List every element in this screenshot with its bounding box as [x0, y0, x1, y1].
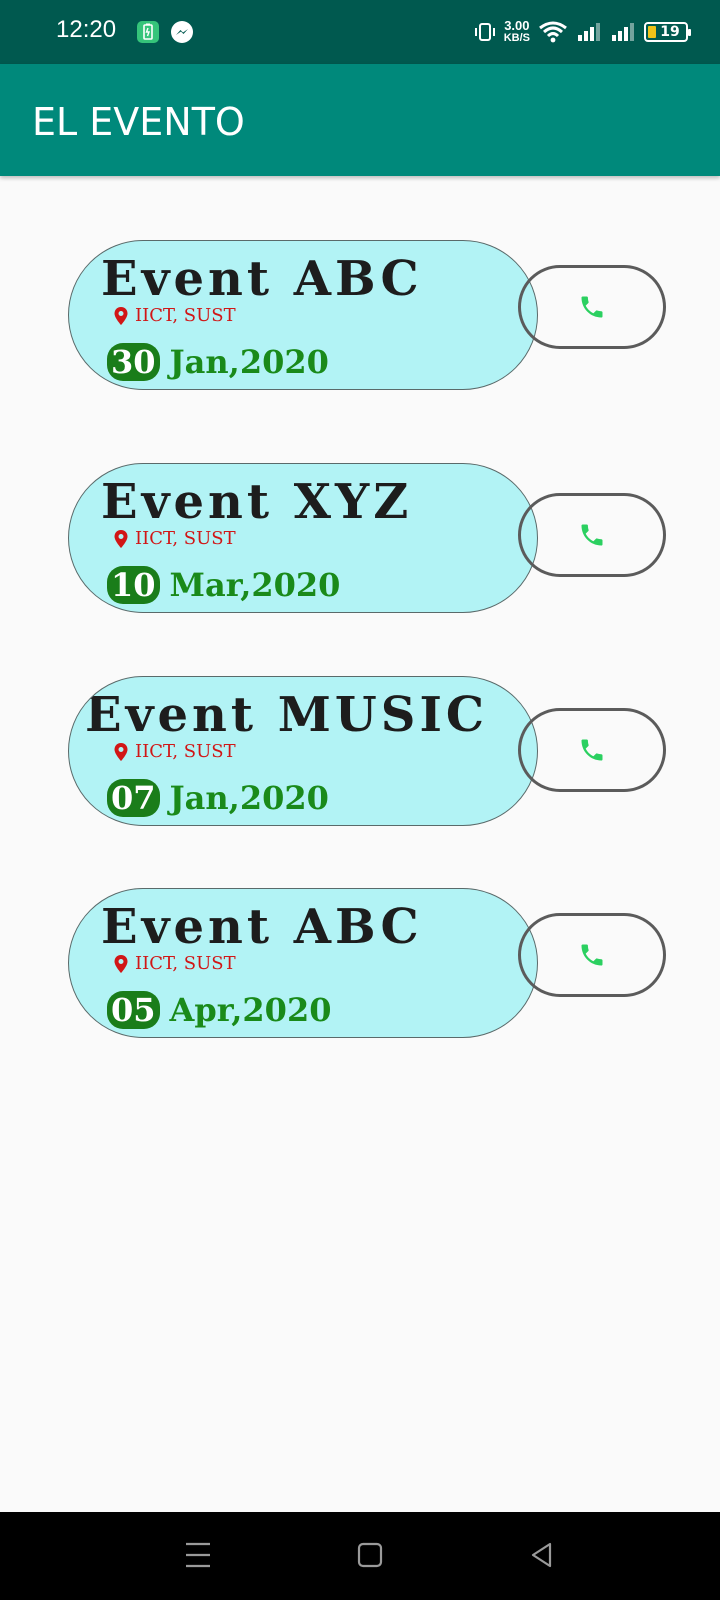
app-title: EL EVENTO: [32, 100, 245, 144]
battery-icon: 19: [644, 22, 691, 42]
event-name: Event XYZ: [101, 474, 413, 530]
event-location: IICT, SUST: [113, 953, 236, 974]
event-location-text: IICT, SUST: [135, 953, 236, 974]
menu-icon[interactable]: [184, 1540, 212, 1570]
phone-icon: [581, 739, 603, 761]
location-pin-icon: [114, 954, 128, 973]
event-location: IICT, SUST: [113, 741, 236, 762]
vibrate-icon: [474, 23, 495, 41]
event-location: IICT, SUST: [113, 305, 236, 326]
status-right-group: 3.00 KB/S 19: [474, 16, 691, 48]
event-day-badge: 10: [107, 566, 160, 604]
home-icon[interactable]: [356, 1540, 384, 1570]
event-month-year: Jan,2020: [169, 779, 329, 817]
location-pin-icon: [114, 742, 128, 761]
call-button[interactable]: [518, 265, 666, 349]
battery-level: 19: [660, 24, 680, 40]
event-card[interactable]: Event XYZ IICT, SUST 10 Mar,2020: [68, 463, 538, 613]
event-name: Event ABC: [101, 251, 423, 307]
event-date: 30 Jan,2020: [107, 343, 329, 381]
status-bar: 12:20 3.00 KB/S 19: [0, 0, 720, 64]
messenger-icon: [171, 21, 193, 43]
event-day-badge: 07: [107, 779, 160, 817]
net-speed-value: 3.00: [504, 18, 530, 33]
signal-icon: [612, 23, 634, 41]
event-location: IICT, SUST: [113, 528, 236, 549]
back-icon[interactable]: [528, 1540, 556, 1570]
event-date: 07 Jan,2020: [107, 779, 329, 817]
navigation-bar: [0, 1512, 720, 1600]
event-name: Event ABC: [101, 899, 423, 955]
signal-icon: [578, 23, 600, 41]
location-pin-icon: [114, 529, 128, 548]
phone-icon: [581, 944, 603, 966]
event-date: 10 Mar,2020: [107, 566, 340, 604]
event-month-year: Mar,2020: [169, 566, 341, 604]
call-button[interactable]: [518, 493, 666, 577]
network-speed: 3.00 KB/S: [503, 18, 530, 44]
event-name: Event MUSIC: [85, 687, 489, 743]
event-day-badge: 30: [107, 343, 160, 381]
status-time: 12:20: [56, 16, 117, 43]
event-location-text: IICT, SUST: [135, 528, 236, 549]
event-day-badge: 05: [107, 991, 160, 1029]
event-date: 05 Apr,2020: [107, 991, 331, 1029]
event-location-text: IICT, SUST: [135, 305, 236, 326]
phone-icon: [581, 524, 603, 546]
event-location-text: IICT, SUST: [135, 741, 236, 762]
phone-icon: [581, 296, 603, 318]
event-month-year: Jan,2020: [169, 343, 329, 381]
app-bar: EL EVENTO: [0, 64, 720, 176]
call-button[interactable]: [518, 913, 666, 997]
event-card[interactable]: Event MUSIC IICT, SUST 07 Jan,2020: [68, 676, 538, 826]
wifi-icon: [539, 21, 567, 43]
call-button[interactable]: [518, 708, 666, 792]
location-pin-icon: [114, 306, 128, 325]
event-month-year: Apr,2020: [169, 991, 332, 1029]
battery-saver-icon: [137, 21, 159, 43]
event-card[interactable]: Event ABC IICT, SUST 05 Apr,2020: [68, 888, 538, 1038]
net-speed-unit: KB/S: [503, 32, 530, 44]
event-card[interactable]: Event ABC IICT, SUST 30 Jan,2020: [68, 240, 538, 390]
